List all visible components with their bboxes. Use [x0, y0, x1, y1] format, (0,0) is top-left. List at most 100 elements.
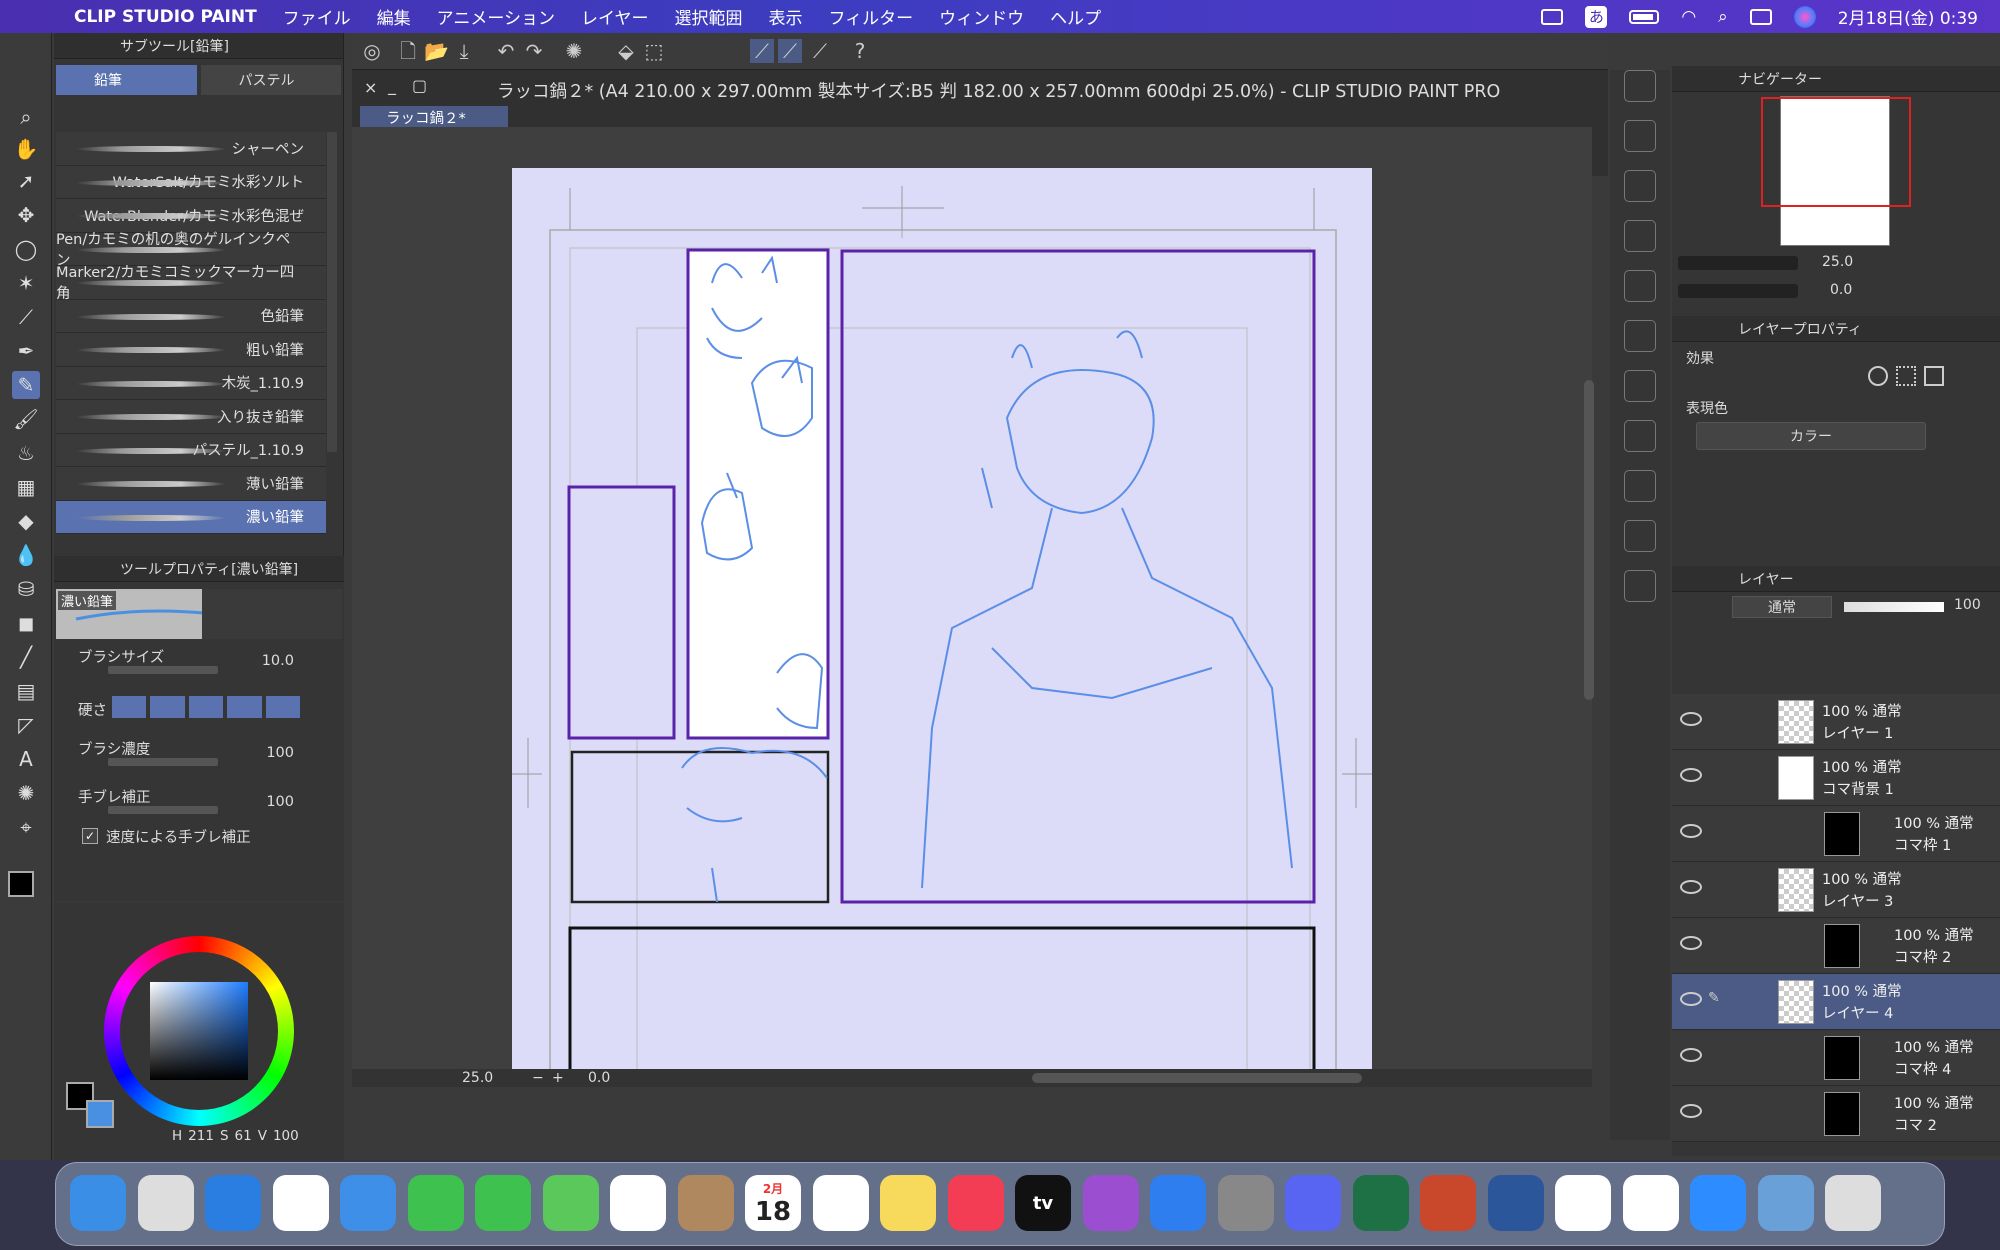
eye-icon[interactable] — [1680, 824, 1702, 838]
ruler-icon[interactable]: ◸ — [12, 711, 40, 739]
close-doc-icon[interactable]: × — [364, 78, 377, 97]
dock-app-reminders[interactable] — [812, 1175, 869, 1231]
layer-row[interactable]: 100 % 通常 コマ背景 1 — [1672, 750, 2000, 806]
dock-app-trash[interactable] — [1825, 1175, 1881, 1231]
export-icon[interactable] — [1624, 320, 1656, 352]
dock-app-contacts[interactable] — [677, 1175, 734, 1231]
siri-icon[interactable] — [1793, 5, 1816, 28]
layer-row[interactable]: 100 % 通常 コマ枠 1 — [1672, 806, 2000, 862]
brush-item[interactable]: WaterSalt/カモミ水彩ソルト — [56, 165, 326, 199]
blend-icon[interactable]: 💧 — [12, 541, 40, 569]
new-file-icon[interactable]: 🗋 — [396, 39, 420, 63]
navigator-angle-value[interactable]: 0.0 — [1830, 282, 1852, 298]
eye-icon[interactable] — [1680, 768, 1702, 782]
undo-icon[interactable]: ↶ — [494, 39, 518, 63]
zoom-readout[interactable]: 25.0 — [462, 1070, 493, 1086]
eye-icon[interactable] — [1680, 936, 1702, 950]
control-center-icon[interactable] — [1749, 8, 1772, 25]
move-tool-icon[interactable]: ✥ — [12, 201, 40, 229]
hardness-selector[interactable] — [112, 696, 301, 718]
edit-icon[interactable] — [1624, 470, 1656, 502]
dock-app-discord[interactable] — [1285, 1175, 1341, 1231]
navigator-zoom-value[interactable]: 25.0 — [1822, 254, 1853, 270]
snap-ruler-icon[interactable]: ⟋ — [750, 39, 774, 63]
density-value[interactable]: 100 — [244, 745, 294, 761]
help-icon[interactable]: ? — [848, 39, 872, 63]
navigator-viewport[interactable] — [1761, 97, 1911, 207]
decoration-icon[interactable]: ▦ — [12, 473, 40, 501]
text-tool-icon[interactable]: A — [12, 745, 40, 773]
correct-line-icon[interactable]: ⌖ — [12, 813, 40, 841]
horizontal-scrollbar[interactable] — [1032, 1073, 1362, 1083]
loading-icon[interactable]: ✺ — [562, 39, 586, 63]
layer-color-icon[interactable] — [1924, 366, 1944, 386]
dock-app-system-preferences[interactable] — [1217, 1175, 1274, 1231]
search-icon[interactable]: ⌕ — [1718, 7, 1728, 27]
dock-app-launchpad[interactable] — [137, 1175, 194, 1231]
dock-app-tv[interactable]: tv — [1015, 1175, 1071, 1231]
density-slider[interactable] — [108, 758, 218, 766]
figure-icon[interactable]: ╱ — [12, 643, 40, 671]
display-icon[interactable] — [1541, 8, 1564, 25]
menu-filter[interactable]: フィルター — [829, 4, 914, 29]
clock[interactable]: 2月18日(金) 0:39 — [1838, 4, 1978, 29]
brush-tool-icon[interactable]: 🖌 — [12, 405, 40, 433]
ime-indicator[interactable]: あ — [1585, 5, 1608, 28]
dock-app-excel[interactable] — [1352, 1175, 1409, 1231]
menu-edit[interactable]: 編集 — [377, 4, 411, 29]
minimize-doc-icon[interactable]: _ — [388, 76, 396, 95]
magic-wand-icon[interactable]: ✶ — [12, 269, 40, 297]
stabilization-slider[interactable] — [108, 806, 218, 814]
dock-app-chrome[interactable] — [272, 1175, 329, 1231]
favorite-icon[interactable] — [1624, 170, 1656, 202]
expression-color-select[interactable]: カラー — [1696, 422, 1926, 450]
brush-size-slider[interactable] — [108, 666, 218, 674]
tone-effect-icon[interactable] — [1896, 366, 1916, 386]
opacity-value[interactable]: 100 — [1954, 597, 1981, 613]
brush-item[interactable]: 色鉛筆 — [56, 299, 326, 333]
balloon-icon[interactable]: ✺ — [12, 779, 40, 807]
layer-row[interactable]: 100 % 通常 レイヤー 4 ✎ — [1672, 974, 2000, 1030]
brush-item[interactable]: パステル_1.10.9 — [56, 433, 326, 467]
dock-app-safari[interactable] — [205, 1175, 261, 1231]
hand-tool-icon[interactable]: ✋ — [12, 135, 40, 163]
canvas-paper[interactable] — [512, 168, 1372, 1089]
color-sub-swatch[interactable] — [86, 1100, 114, 1128]
clip-studio-icon[interactable]: ◎ — [360, 39, 384, 63]
operation-tool-icon[interactable]: ➚ — [12, 167, 40, 195]
dock-app-facetime[interactable] — [407, 1175, 464, 1231]
save-icon[interactable]: ⤓ — [452, 39, 476, 63]
menu-animation[interactable]: アニメーション — [437, 4, 555, 29]
menu-window[interactable]: ウィンドウ — [939, 4, 1024, 29]
brush-item[interactable]: 薄い鉛筆 — [56, 467, 326, 501]
copy-icon[interactable] — [1624, 520, 1656, 552]
open-icon[interactable]: 📂 — [424, 39, 449, 63]
brush-item[interactable]: 粗い鉛筆 — [56, 333, 326, 367]
layer-row[interactable]: 100 % 通常 コマ枠 2 — [1672, 918, 2000, 974]
eye-icon[interactable] — [1680, 992, 1702, 1006]
dock-app-clip-studio[interactable] — [1555, 1175, 1611, 1231]
brush-item[interactable]: シャーペン — [56, 132, 326, 166]
vertical-scrollbar[interactable] — [1584, 380, 1594, 700]
eye-icon[interactable] — [1680, 1104, 1702, 1118]
pen-tool-icon[interactable]: ✒ — [12, 337, 40, 365]
redo-icon[interactable]: ↷ — [522, 39, 546, 63]
brush-size-value[interactable]: 10.0 — [244, 653, 294, 669]
layer-row[interactable]: 100 % 通常 レイヤー 3 — [1672, 862, 2000, 918]
navigator-zoom-slider[interactable] — [1678, 256, 1798, 270]
sv-square[interactable] — [150, 982, 248, 1080]
layer-row[interactable]: 100 % 通常 コマ 2 — [1672, 1086, 2000, 1142]
dock-app-finder[interactable] — [70, 1175, 126, 1231]
maximize-doc-icon[interactable]: ▢ — [412, 76, 427, 95]
brush-list-scrollbar[interactable] — [327, 132, 337, 452]
tab-pastel[interactable]: パステル — [200, 65, 341, 95]
eye-icon[interactable] — [1680, 880, 1702, 894]
dock-app-calendar[interactable]: 2月 18 — [745, 1175, 801, 1231]
dock-app-messages[interactable] — [475, 1175, 531, 1231]
border-effect-icon[interactable] — [1868, 366, 1888, 386]
material-icon[interactable] — [1624, 120, 1656, 152]
dock-app-maps[interactable] — [542, 1175, 599, 1231]
menu-file[interactable]: ファイル — [283, 4, 351, 29]
layer-row[interactable]: 100 % 通常 レイヤー 1 — [1672, 694, 2000, 750]
navigator-thumbnail[interactable] — [1761, 96, 1911, 246]
